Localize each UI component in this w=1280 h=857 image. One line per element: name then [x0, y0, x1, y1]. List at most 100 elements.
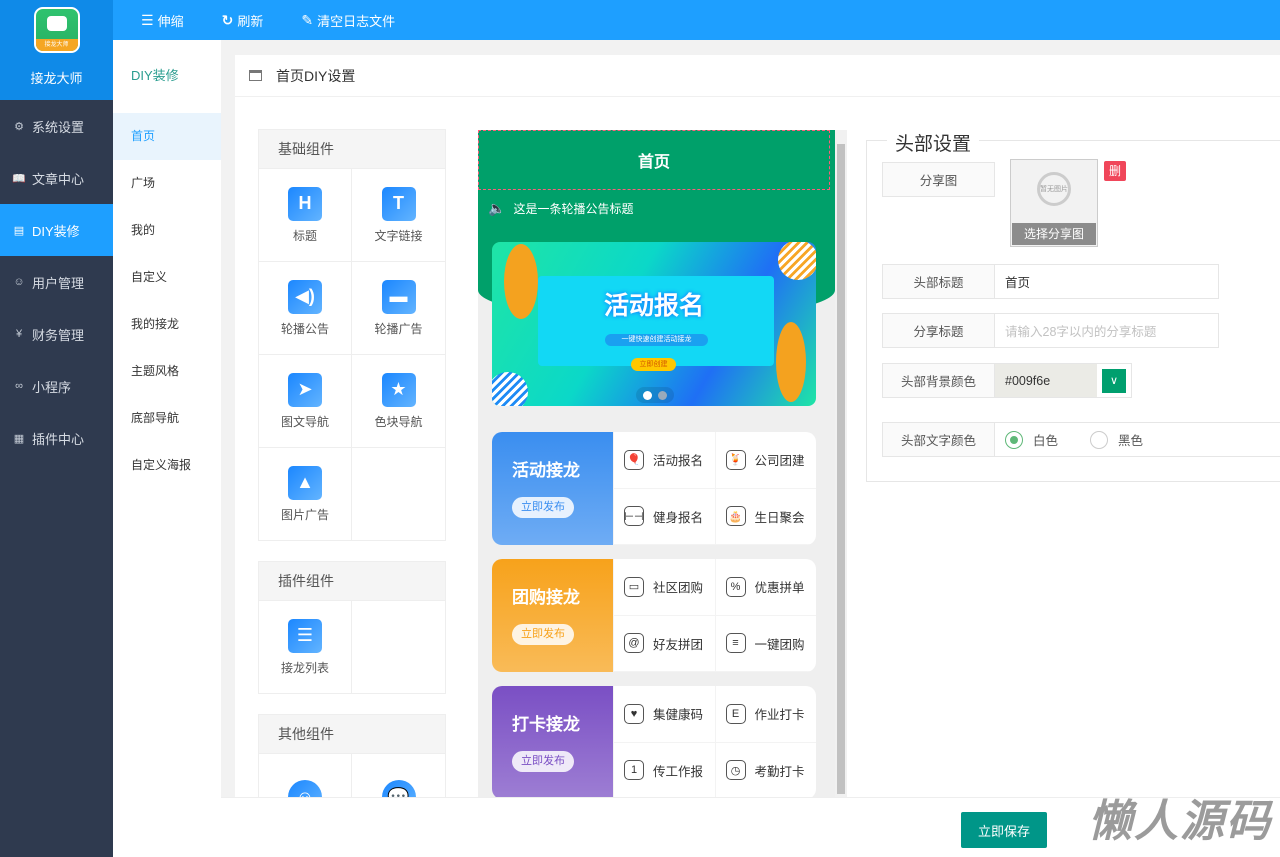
- component-item[interactable]: ➤ 图文导航: [259, 354, 352, 447]
- empty-slot: [352, 600, 445, 693]
- category-item-label: 集健康码: [653, 708, 704, 723]
- share-image-box[interactable]: 暂无图片 选择分享图: [1010, 159, 1098, 247]
- radio-black[interactable]: 黑色: [1090, 430, 1143, 449]
- submenu-item-square[interactable]: 广场: [113, 160, 221, 207]
- banner-title: 活动报名: [603, 292, 704, 320]
- category-item[interactable]: 1 传工作报: [613, 742, 715, 797]
- sidebar-item-diy[interactable]: ▤ DIY装修: [0, 204, 113, 256]
- color-picker[interactable]: ∨: [1097, 364, 1131, 397]
- category-item[interactable]: ▭ 社区团购: [613, 559, 715, 616]
- text-color-row: 头部文字颜色 白色 黑色: [882, 422, 1280, 457]
- layout-icon: ▤: [13, 224, 25, 237]
- speaker-icon: 🔈: [488, 200, 506, 216]
- save-button[interactable]: 立即保存: [961, 812, 1047, 848]
- sidebar-item-miniprogram[interactable]: ∞ 小程序: [0, 360, 113, 412]
- share-title-input[interactable]: 请输入28字以内的分享标题: [995, 314, 1156, 347]
- component-wechat[interactable]: 💬: [352, 753, 445, 797]
- submenu-item-theme[interactable]: 主题风格: [113, 348, 221, 395]
- header-settings: 头部设置 分享图 暂无图片 选择分享图 删除图片 头部标题 首页 分享标题 请输…: [866, 129, 1280, 482]
- component-label: 标题: [292, 228, 317, 243]
- category-item[interactable]: % 优惠拼单: [714, 559, 816, 616]
- submenu-item-custom[interactable]: 自定义: [113, 254, 221, 301]
- bg-color-input[interactable]: #009f6e: [995, 364, 1097, 397]
- component-item[interactable]: ◀) 轮播公告: [259, 261, 352, 354]
- category-banner[interactable]: 活动接龙 立即发布: [492, 432, 613, 545]
- component-item[interactable]: ▲ 图片广告: [259, 447, 352, 540]
- header-title-input[interactable]: 首页: [995, 265, 1030, 298]
- component-label: 接龙列表: [280, 660, 329, 675]
- delete-image-button[interactable]: 删除图片: [1104, 161, 1127, 238]
- preview-notice[interactable]: 🔈 这是一条轮播公告标题: [488, 200, 633, 217]
- preview-header[interactable]: 首页: [478, 130, 830, 190]
- header-title-label: 头部标题: [883, 265, 995, 298]
- component-item[interactable]: ★ 色块导航: [352, 354, 445, 447]
- category-card: 活动接龙 立即发布 🎈 活动报名 🍹 公司团建 ⊢⊣ 健身报名 🎂 生日聚会: [492, 432, 816, 545]
- publish-button[interactable]: 立即发布: [512, 751, 574, 772]
- component-icon: ★: [381, 372, 416, 407]
- category-item-label: 优惠拼单: [754, 581, 805, 596]
- sidebar-item-articles[interactable]: 📖 文章中心: [0, 152, 113, 204]
- category-item-label: 好友拼团: [653, 637, 704, 652]
- component-icon: ▲: [288, 465, 322, 500]
- clear-logs-button[interactable]: ✎ 清空日志文件: [301, 11, 395, 30]
- submenu: DIY装修 首页 广场 我的 自定义 我的接龙 主题风格 底部导航 自定义海报: [113, 40, 221, 857]
- publish-button[interactable]: 立即发布: [512, 624, 574, 645]
- refresh-button[interactable]: ↻ 刷新: [222, 11, 264, 30]
- category-card: 打卡接龙 立即发布 ♥ 集健康码 E 作业打卡 1 传工作报 ◷ 考勤打卡: [492, 686, 816, 797]
- sidebar-item-users[interactable]: ☺ 用户管理: [0, 256, 113, 308]
- category-item-label: 传工作报: [653, 764, 704, 779]
- component-item[interactable]: H 标题: [259, 168, 352, 261]
- category-item[interactable]: ◷ 考勤打卡: [714, 742, 817, 797]
- share-image-label: 分享图: [883, 163, 994, 196]
- category-item-icon: @: [624, 633, 644, 654]
- top-toolbar: ☰ 伸缩 ↻ 刷新 ✎ 清空日志文件: [113, 0, 1280, 40]
- component-label: 图片广告: [280, 507, 329, 522]
- category-item[interactable]: @ 好友拼团: [613, 615, 715, 672]
- headset-icon: ☺: [288, 780, 322, 797]
- category-item-icon: ⊢⊣: [624, 506, 644, 527]
- submenu-item-mine[interactable]: 我的: [113, 207, 221, 254]
- sidebar-item-finance[interactable]: ¥ 财务管理: [0, 308, 113, 360]
- sidebar-item-plugins[interactable]: ▦ 插件中心: [0, 412, 113, 464]
- category-item[interactable]: 🎂 生日聚会: [714, 488, 816, 545]
- carousel-dots[interactable]: [636, 387, 674, 403]
- banner-decoration: [778, 242, 816, 280]
- preview-scrollbar[interactable]: [835, 130, 847, 797]
- component-icon: H: [288, 186, 322, 221]
- category-item-label: 作业打卡: [754, 708, 805, 723]
- component-icon: T: [381, 186, 416, 221]
- component-customer-service[interactable]: ☺: [259, 753, 352, 797]
- share-title-label: 分享标题: [883, 314, 995, 347]
- submenu-item-bottom-nav[interactable]: 底部导航: [113, 395, 221, 442]
- category-banner[interactable]: 打卡接龙 立即发布: [492, 686, 613, 797]
- category-item-label: 健身报名: [653, 510, 704, 525]
- preview-banner[interactable]: 活动报名 一键快速创建活动接龙 立即创建: [492, 242, 816, 406]
- radio-dot: [1005, 430, 1023, 449]
- submenu-item-my-jielong[interactable]: 我的接龙: [113, 301, 221, 348]
- collapse-button[interactable]: ☰ 伸缩: [141, 11, 184, 30]
- components-panel: 基础组件 H 标题 T 文字链接 ◀) 轮播公告 ▬ 轮播广告 ➤ 图文导航 ★ 色块导航 ▲ 图片广告 …: [258, 129, 446, 797]
- category-item[interactable]: ♥ 集健康码: [613, 686, 715, 743]
- choose-share-image-button[interactable]: 选择分享图: [1012, 223, 1096, 245]
- sidebar-item-system-settings[interactable]: ⚙ 系统设置: [0, 100, 113, 152]
- submenu-item-custom-poster[interactable]: 自定义海报: [113, 442, 221, 489]
- category-item-icon: 1: [624, 760, 644, 781]
- category-banner[interactable]: 团购接龙 立即发布: [492, 559, 613, 672]
- radio-white[interactable]: 白色: [1005, 430, 1058, 449]
- publish-button[interactable]: 立即发布: [512, 497, 574, 518]
- component-icon: ▬: [381, 279, 416, 314]
- submenu-title: DIY装修: [131, 68, 179, 83]
- component-item[interactable]: T 文字链接: [352, 168, 445, 261]
- submenu-item-home[interactable]: 首页: [113, 113, 221, 160]
- category-item[interactable]: ≡ 一键团购: [714, 615, 816, 672]
- category-item[interactable]: 🎈 活动报名: [613, 432, 715, 489]
- book-icon: 📖: [12, 172, 26, 185]
- component-item[interactable]: ☰ 接龙列表: [259, 600, 352, 693]
- category-item[interactable]: 🍹 公司团建: [714, 432, 816, 489]
- category-item-label: 一键团购: [754, 637, 805, 652]
- sidebar: 接龙大师 接龙大师 ⚙ 系统设置 📖 文章中心 ▤ DIY装修 ☺ 用户管理 ¥ 财务管理…: [0, 0, 113, 857]
- component-item[interactable]: ▬ 轮播广告: [352, 261, 445, 354]
- gear-icon: ⚙: [14, 120, 24, 133]
- category-item[interactable]: ⊢⊣ 健身报名: [613, 488, 715, 545]
- category-item[interactable]: E 作业打卡: [714, 686, 816, 743]
